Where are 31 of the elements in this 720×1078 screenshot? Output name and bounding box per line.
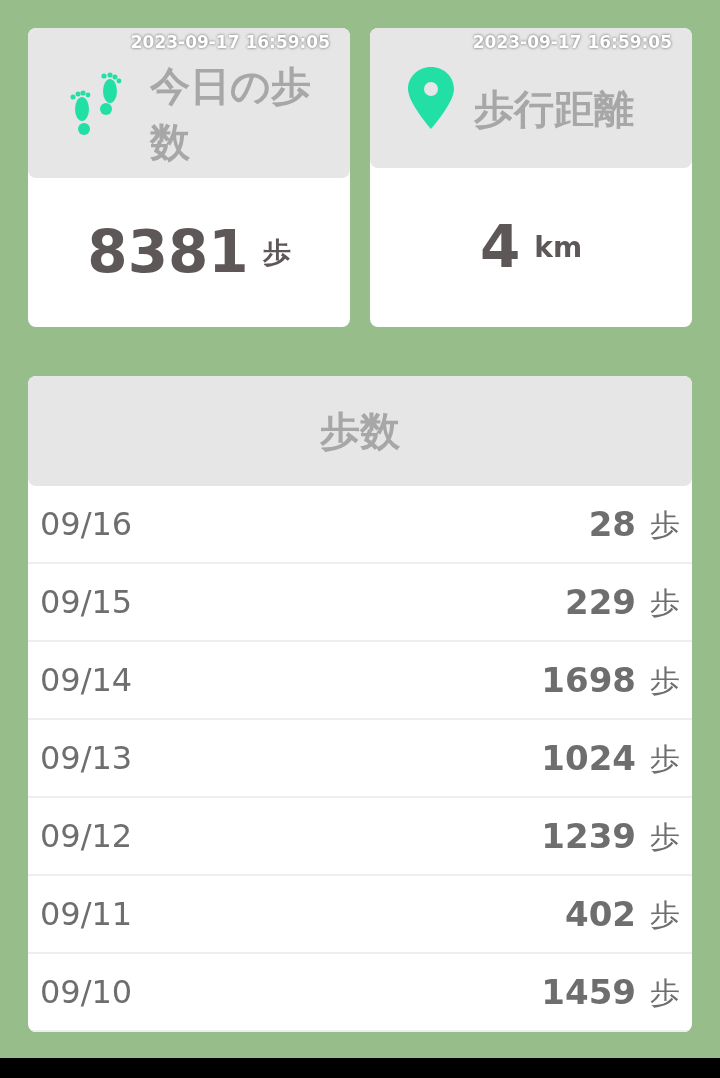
date-label: 09/12 xyxy=(40,816,134,857)
unit-label: 歩 xyxy=(650,895,680,934)
unit-label: 歩 xyxy=(650,817,680,856)
history-title: 歩数 xyxy=(320,407,400,456)
step-count: 1024 xyxy=(541,736,636,780)
card-value: 4 xyxy=(479,212,521,283)
timestamp: 2023-09-17 16:59:05 xyxy=(130,31,330,53)
unit-label: km xyxy=(534,229,583,266)
date-label: 09/11 xyxy=(40,894,134,935)
date-label: 09/14 xyxy=(40,660,134,701)
unit-label: 歩 xyxy=(262,234,291,271)
step-count: 28 xyxy=(588,502,636,546)
card-title: 今日の歩数 xyxy=(150,62,312,167)
step-count: 1239 xyxy=(541,814,636,858)
date-label: 09/15 xyxy=(40,582,134,623)
unit-label: 歩 xyxy=(650,583,680,622)
card-value: 8381 xyxy=(87,217,249,288)
date-label: 09/10 xyxy=(40,972,134,1013)
timestamp: 2023-09-17 16:59:05 xyxy=(472,31,672,53)
card-title: 歩行距離 xyxy=(474,85,635,134)
step-count: 1459 xyxy=(541,970,636,1014)
step-count: 229 xyxy=(565,580,636,624)
step-count: 1698 xyxy=(541,658,636,702)
unit-label: 歩 xyxy=(650,973,680,1012)
unit-label: 歩 xyxy=(650,739,680,778)
unit-label: 歩 xyxy=(650,505,680,544)
date-label: 09/16 xyxy=(40,504,134,545)
unit-label: 歩 xyxy=(650,661,680,700)
map-pin-icon xyxy=(408,67,454,129)
step-count: 402 xyxy=(565,892,636,936)
date-label: 09/13 xyxy=(40,738,134,779)
